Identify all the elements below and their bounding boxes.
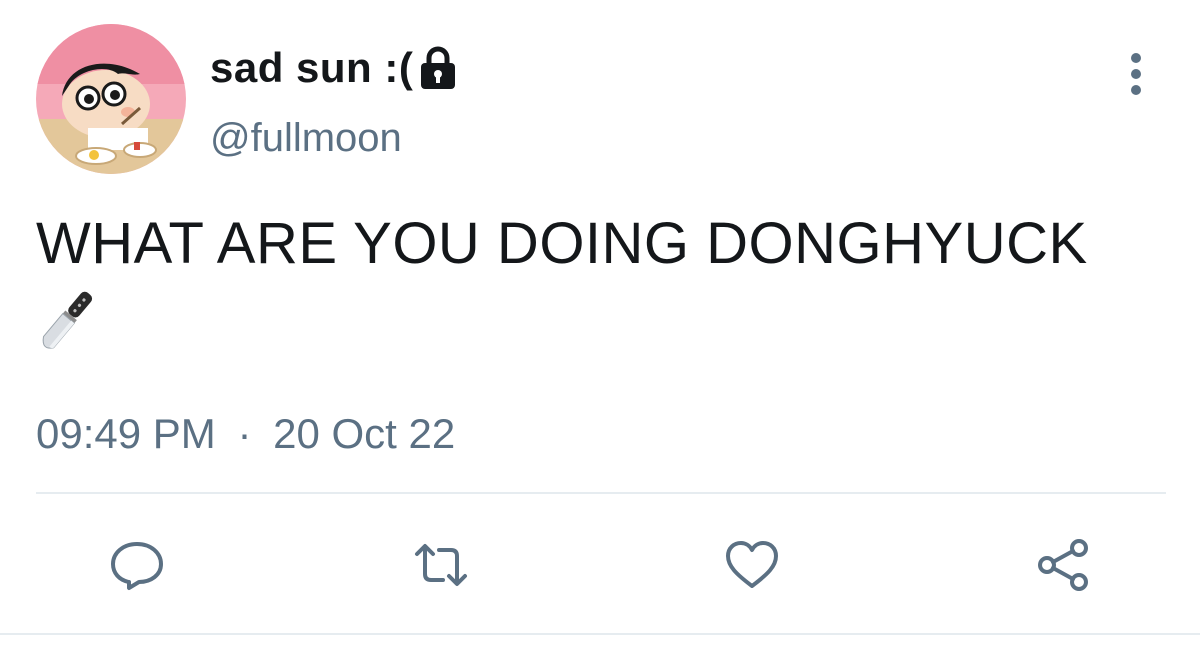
tweet-date: 20 Oct 22 xyxy=(273,410,456,457)
tweet-card: sad sun :( @fullmoon WHAT ARE YOU DOING … xyxy=(0,0,1200,652)
retweet-icon xyxy=(415,544,467,586)
tweet-text: WHAT ARE YOU DOING DONGHYUCK xyxy=(36,211,1088,276)
user-handle[interactable]: @fullmoon xyxy=(210,116,402,161)
divider xyxy=(0,633,1200,635)
like-button[interactable] xyxy=(722,538,782,592)
heart-icon xyxy=(726,541,778,588)
display-name[interactable]: sad sun :( xyxy=(210,44,413,92)
divider xyxy=(36,492,1166,494)
knife-emoji-icon xyxy=(36,290,98,352)
timestamp-separator: · xyxy=(237,410,252,457)
share-icon xyxy=(1038,539,1088,591)
more-vertical-icon[interactable] xyxy=(1118,52,1154,96)
timestamp[interactable]: 09:49 PM · 20 Oct 22 xyxy=(36,410,455,458)
reply-icon xyxy=(111,542,163,590)
lock-icon xyxy=(417,45,459,91)
reply-button[interactable] xyxy=(107,538,167,592)
avatar[interactable] xyxy=(36,24,186,174)
author-row: sad sun :( xyxy=(210,40,459,96)
tweet-time: 09:49 PM xyxy=(36,410,216,457)
share-button[interactable] xyxy=(1033,538,1093,592)
retweet-button[interactable] xyxy=(411,538,471,592)
